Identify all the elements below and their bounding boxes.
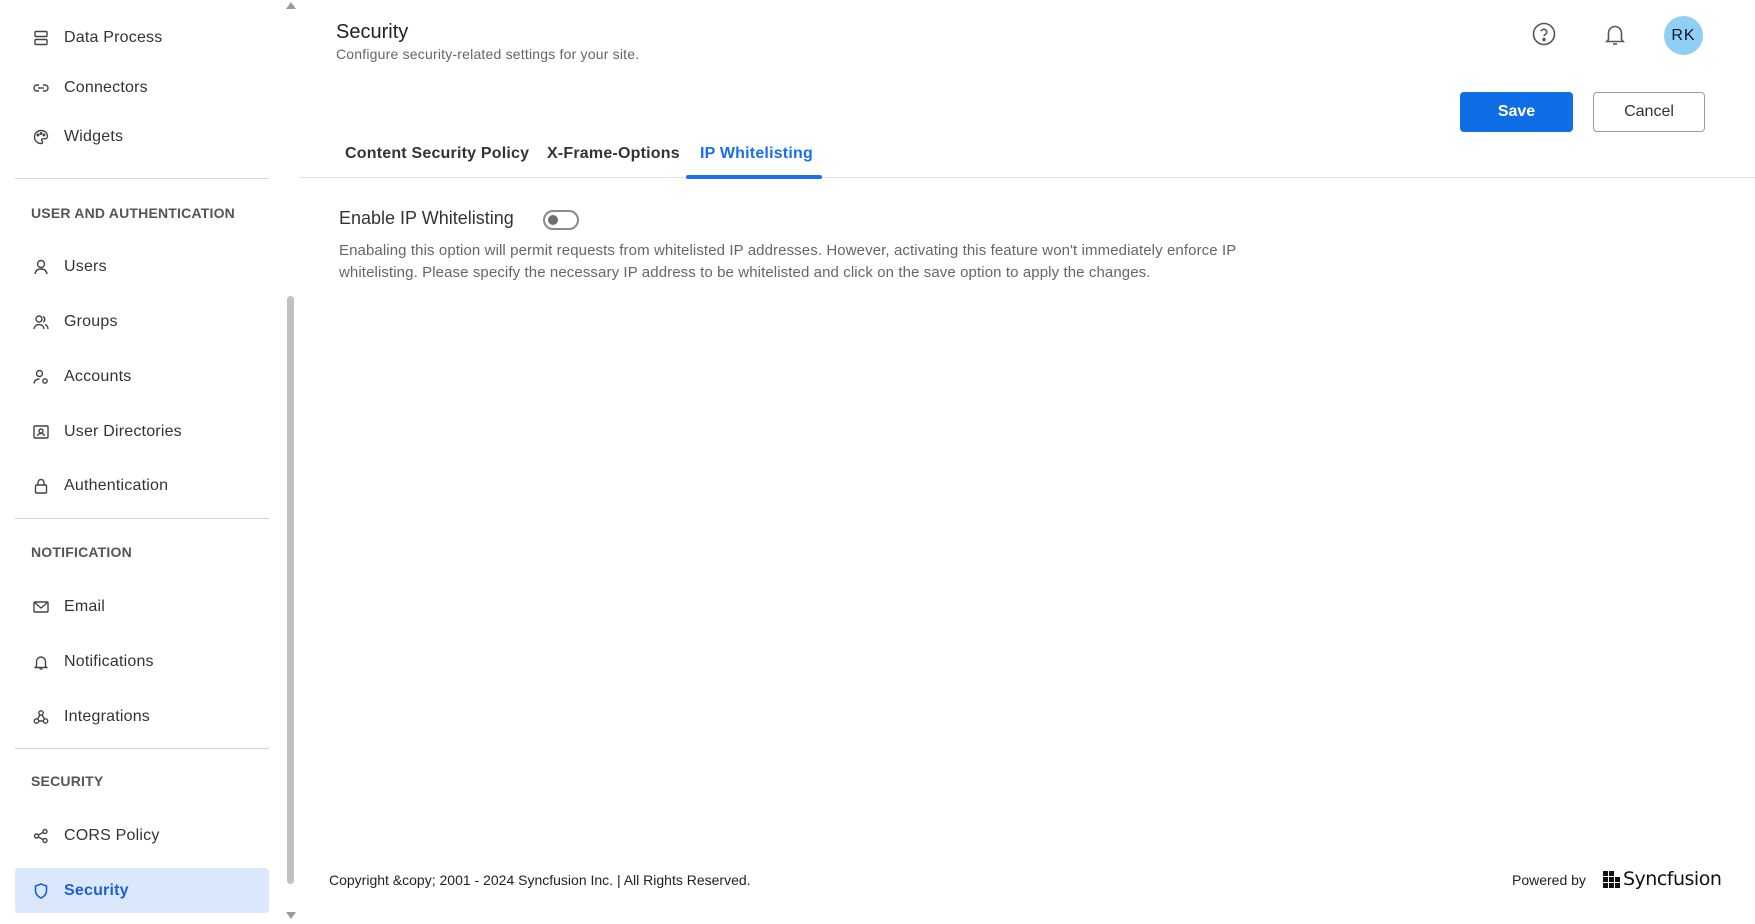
footer-copyright: Copyright &copy; 2001 - 2024 Syncfusion …	[329, 872, 751, 888]
tab-ip-whitelisting[interactable]: IP Whitelisting	[700, 145, 813, 163]
group-icon	[32, 313, 50, 331]
sidebar-item-users[interactable]: Users	[15, 244, 269, 289]
avatar[interactable]: RK	[1664, 16, 1703, 55]
sidebar-item-label: Users	[64, 257, 107, 275]
brand-name: Syncfusion	[1623, 868, 1722, 890]
server-icon	[32, 29, 50, 47]
sidebar-item-user-directories[interactable]: User Directories	[15, 409, 269, 454]
bell-icon	[32, 653, 50, 671]
id-card-icon	[32, 423, 50, 441]
notification-bell-icon[interactable]	[1601, 20, 1629, 48]
shield-icon	[32, 882, 50, 900]
share-nodes-icon	[32, 827, 50, 845]
webhook-icon	[32, 708, 50, 726]
scroll-down-arrow-icon[interactable]	[286, 912, 296, 919]
scrollbar-thumb[interactable]	[287, 296, 294, 884]
user-icon	[32, 258, 50, 276]
scroll-up-arrow-icon[interactable]	[286, 2, 296, 9]
sidebar-item-label: Security	[64, 881, 129, 899]
tab-x-frame-options[interactable]: X-Frame-Options	[547, 145, 680, 163]
toggle-knob	[548, 215, 558, 225]
sidebar: Data Process Connectors Widgets USER AND…	[0, 0, 298, 924]
sidebar-item-label: Groups	[64, 312, 118, 330]
sidebar-item-groups[interactable]: Groups	[15, 299, 269, 344]
sidebar-item-accounts[interactable]: Accounts	[15, 354, 269, 399]
sidebar-item-label: Data Process	[64, 28, 163, 46]
help-icon[interactable]	[1530, 20, 1558, 48]
sidebar-item-data-process[interactable]: Data Process	[15, 15, 269, 60]
sidebar-item-email[interactable]: Email	[15, 584, 269, 629]
save-button[interactable]: Save	[1460, 92, 1573, 132]
sidebar-item-label: Accounts	[64, 367, 132, 385]
syncfusion-logo-mark-icon	[1603, 870, 1620, 888]
sidebar-item-connectors[interactable]: Connectors	[15, 65, 269, 110]
ip-whitelisting-description: Enabaling this option will permit reques…	[339, 242, 1237, 281]
sidebar-item-security[interactable]: Security	[15, 868, 269, 913]
palette-icon	[32, 128, 50, 146]
section-title-security: SECURITY	[31, 773, 104, 789]
cancel-button[interactable]: Cancel	[1593, 92, 1705, 132]
mail-icon	[32, 598, 50, 616]
enable-ip-whitelisting-toggle[interactable]	[543, 210, 579, 230]
sidebar-item-cors-policy[interactable]: CORS Policy	[15, 813, 269, 858]
sidebar-item-widgets[interactable]: Widgets	[15, 114, 269, 159]
user-gear-icon	[32, 368, 50, 386]
sidebar-item-integrations[interactable]: Integrations	[15, 694, 269, 739]
sidebar-item-label: Authentication	[64, 476, 169, 494]
sidebar-item-label: Email	[64, 597, 106, 615]
footer-powered-by: Powered by	[1512, 872, 1586, 888]
section-title-notification: NOTIFICATION	[31, 544, 132, 560]
link-icon	[32, 79, 50, 97]
sidebar-item-label: Widgets	[64, 127, 124, 145]
enable-ip-whitelisting-label: Enable IP Whitelisting	[339, 208, 514, 228]
sidebar-item-label: Integrations	[64, 707, 151, 725]
tab-content-security-policy[interactable]: Content Security Policy	[345, 145, 529, 163]
sidebar-divider	[15, 178, 269, 179]
page-title: Security	[336, 21, 409, 43]
sidebar-item-label: CORS Policy	[64, 826, 160, 844]
tabs-divider	[299, 177, 1755, 178]
sidebar-item-notifications[interactable]: Notifications	[15, 639, 269, 684]
active-tab-indicator	[686, 175, 822, 179]
sidebar-item-label: Connectors	[64, 78, 148, 96]
sidebar-item-authentication[interactable]: Authentication	[15, 463, 269, 508]
section-title-user-authentication: USER AND AUTHENTICATION	[31, 205, 235, 221]
page-subtitle: Configure security-related settings for …	[336, 46, 640, 62]
sidebar-item-label: User Directories	[64, 422, 182, 440]
syncfusion-logo: Syncfusion	[1603, 866, 1722, 892]
sidebar-divider	[15, 518, 269, 519]
lock-icon	[32, 477, 50, 495]
sidebar-item-label: Notifications	[64, 652, 154, 670]
sidebar-divider	[15, 748, 269, 749]
